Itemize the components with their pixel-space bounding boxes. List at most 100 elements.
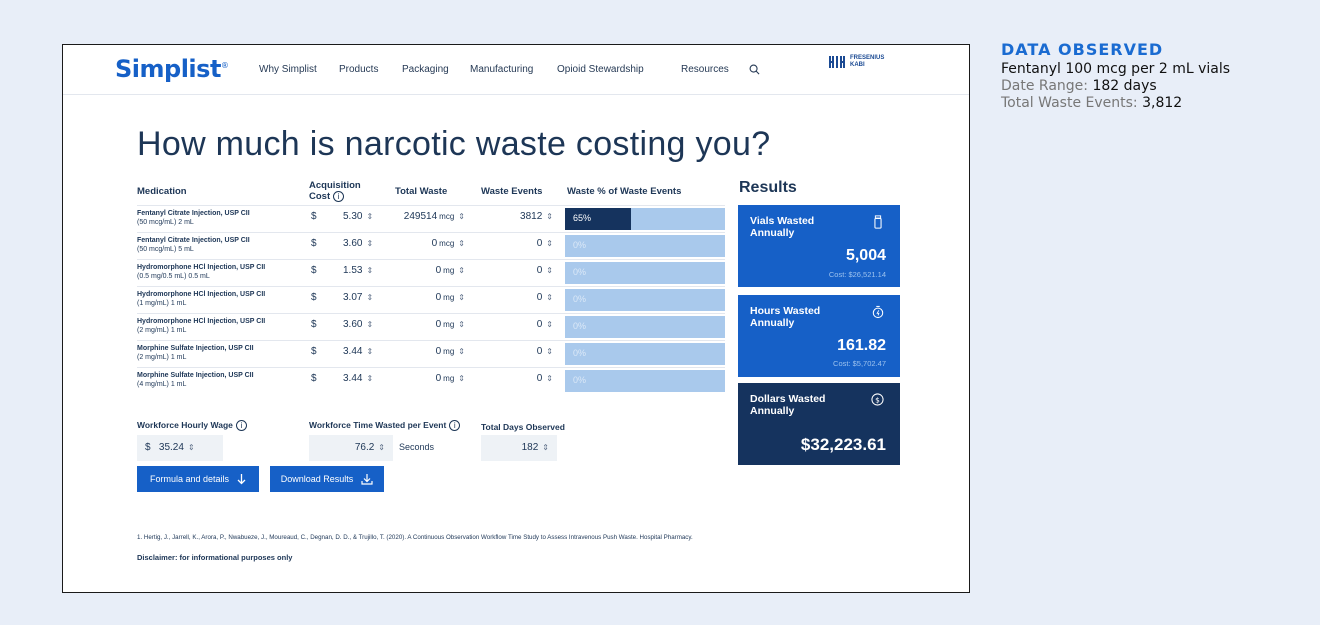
acquisition-cost-input[interactable]: $3.44 ⇕ (311, 341, 383, 367)
acquisition-cost-input[interactable]: $3.07 ⇕ (311, 287, 383, 313)
stepper-icon[interactable]: ⇕ (458, 293, 465, 302)
waste-events-input[interactable]: 0 ⇕ (475, 314, 559, 340)
fresenius-kabi-logo[interactable]: FRESENIUS KABI (829, 55, 884, 69)
stepper-icon[interactable]: ⇕ (458, 212, 465, 221)
stepper-icon[interactable]: ⇕ (458, 239, 465, 248)
search-icon[interactable] (749, 64, 760, 75)
waste-unit: mcg (439, 212, 455, 221)
waste-events-input[interactable]: 0 ⇕ (475, 368, 559, 394)
stepper-icon[interactable]: ⇕ (546, 212, 553, 221)
acq-header-line1: Acquisition (309, 180, 361, 191)
currency-symbol: $ (311, 373, 317, 384)
total-waste-input[interactable]: 249514 mcg ⇕ (387, 206, 471, 232)
waste-value-wrap: 0 mg ⇕ (436, 319, 465, 330)
cost-value: 3.60 (343, 238, 363, 249)
table-row: Hydromorphone HCl Injection, USP CII (1 m… (137, 286, 725, 313)
stepper-icon[interactable]: ⇕ (366, 212, 373, 221)
formula-button-label: Formula and details (149, 474, 230, 484)
simplist-logo[interactable]: Simplist® (115, 55, 229, 83)
stepper-icon[interactable]: ⇕ (366, 374, 373, 383)
table-row: Morphine Sulfate Injection, USP CII (2 mg… (137, 340, 725, 367)
nav-why-simplist[interactable]: Why Simplist (259, 64, 339, 75)
stepper-icon[interactable]: ⇕ (546, 374, 553, 383)
info-icon[interactable]: i (235, 420, 247, 432)
download-results-button[interactable]: Download Results (270, 466, 384, 492)
stepper-icon[interactable]: ⇕ (546, 320, 553, 329)
total-waste-input[interactable]: 0 mg ⇕ (387, 287, 471, 313)
stepper-icon[interactable]: ⇕ (366, 293, 373, 302)
stepper-icon[interactable]: ⇕ (546, 239, 553, 248)
stepper-icon[interactable]: ⇕ (458, 266, 465, 275)
cost-value-wrap: 3.44 ⇕ (343, 346, 373, 357)
acquisition-cost-input[interactable]: $3.60 ⇕ (311, 233, 383, 259)
cost-value: 3.60 (343, 319, 363, 330)
acquisition-cost-input[interactable]: $1.53 ⇕ (311, 260, 383, 286)
info-icon[interactable]: i (449, 420, 461, 432)
waste-events-input[interactable]: 0 ⇕ (475, 287, 559, 313)
stepper-icon[interactable]: ⇕ (546, 266, 553, 275)
waste-value-wrap: 0 mg ⇕ (436, 373, 465, 384)
waste-events-input[interactable]: 0 ⇕ (475, 341, 559, 367)
waste-value-wrap: 0 mg ⇕ (436, 292, 465, 303)
nav-opioid-stewardship[interactable]: Opioid Stewardship (557, 64, 681, 75)
medication-name: Morphine Sulfate Injection, USP CII (2 mg… (137, 344, 254, 362)
stepper-icon[interactable]: ⇕ (546, 293, 553, 302)
nav-manufacturing[interactable]: Manufacturing (470, 64, 557, 75)
waste-percent-label: 0% (573, 375, 587, 385)
stepper-icon[interactable]: ⇕ (546, 347, 553, 356)
brand-text: FRESENIUS KABI (850, 55, 884, 69)
time-input[interactable]: 76.2 ⇕ (309, 435, 393, 461)
info-icon[interactable]: i (333, 191, 345, 202)
logo-registered-mark: ® (220, 61, 229, 70)
medication-detail: (50 mcg/mL) 2 mL (137, 219, 194, 226)
waste-percent-label: 0% (573, 294, 587, 304)
events-value-wrap: 0 ⇕ (537, 346, 553, 357)
data-observed-panel: DATA OBSERVED Fentanyl 100 mcg per 2 mL … (1001, 40, 1311, 111)
col-header-waste-percent: Waste % of Waste Events (567, 186, 682, 197)
stepper-icon[interactable]: ⇕ (378, 443, 385, 452)
events-value: 0 (536, 319, 543, 330)
acquisition-cost-input[interactable]: $5.30 ⇕ (311, 206, 383, 232)
days-input[interactable]: 182 ⇕ (481, 435, 557, 461)
col-header-medication: Medication (137, 186, 187, 197)
stepper-icon[interactable]: ⇕ (458, 320, 465, 329)
wage-input[interactable]: $ 35.24 ⇕ (137, 435, 223, 461)
stepper-icon[interactable]: ⇕ (366, 266, 373, 275)
stepper-icon[interactable]: ⇕ (366, 320, 373, 329)
date-range-label: Date Range: (1001, 78, 1089, 94)
medication-name: Hydromorphone HCl Injection, USP CII (0.5… (137, 263, 265, 281)
hours-cost: Cost: $5,702.47 (833, 359, 886, 368)
total-waste-input[interactable]: 0 mg ⇕ (387, 341, 471, 367)
acq-header-line2: Cost (309, 191, 331, 203)
stepper-icon[interactable]: ⇕ (366, 239, 373, 248)
waste-events-input[interactable]: 0 ⇕ (475, 260, 559, 286)
nav-products[interactable]: Products (339, 64, 402, 75)
events-value-wrap: 0 ⇕ (537, 373, 553, 384)
stepper-icon[interactable]: ⇕ (366, 347, 373, 356)
total-waste-input[interactable]: 0 mg ⇕ (387, 260, 471, 286)
events-value: 0 (536, 238, 543, 249)
stepper-icon[interactable]: ⇕ (188, 443, 195, 452)
waste-percent-bar: 0% (565, 343, 725, 365)
waste-events-input[interactable]: 0 ⇕ (475, 233, 559, 259)
waste-percent-bar: 0% (565, 316, 725, 338)
medication-detail: (2 mg/mL) 1 mL (137, 327, 187, 334)
nav-resources[interactable]: Resources (681, 64, 747, 75)
stepper-icon[interactable]: ⇕ (458, 347, 465, 356)
stepper-icon[interactable]: ⇕ (542, 443, 549, 452)
stepper-icon[interactable]: ⇕ (458, 374, 465, 383)
medication-name: Hydromorphone HCl Injection, USP CII (1 m… (137, 290, 265, 308)
total-waste-input[interactable]: 0 mcg ⇕ (387, 233, 471, 259)
total-waste-input[interactable]: 0 mg ⇕ (387, 314, 471, 340)
acquisition-cost-input[interactable]: $3.44 ⇕ (311, 368, 383, 394)
formula-details-button[interactable]: Formula and details (137, 466, 259, 492)
waste-percent-label: 65% (573, 213, 592, 223)
total-waste-input[interactable]: 0 mg ⇕ (387, 368, 471, 394)
acquisition-cost-input[interactable]: $3.60 ⇕ (311, 314, 383, 340)
nav-packaging[interactable]: Packaging (402, 64, 470, 75)
wage-value: 35.24 (158, 442, 184, 453)
waste-value-wrap: 249514 mcg ⇕ (404, 211, 465, 222)
currency-symbol: $ (311, 265, 317, 276)
waste-events-input[interactable]: 3812 ⇕ (475, 206, 559, 232)
col-header-total-waste: Total Waste (395, 186, 448, 197)
